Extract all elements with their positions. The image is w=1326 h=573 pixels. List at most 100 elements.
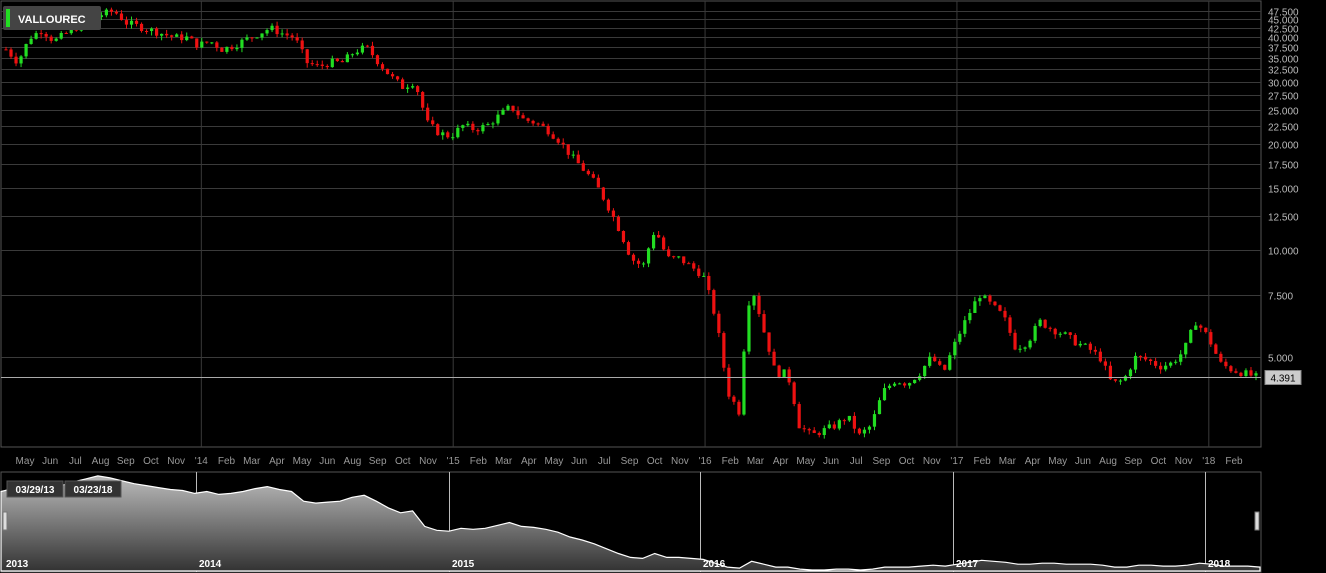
candle-body bbox=[897, 383, 902, 385]
navigator-from-date[interactable]: 03/29/13 bbox=[6, 480, 64, 498]
x-tick-label: '14 bbox=[195, 456, 208, 467]
candle-body bbox=[948, 355, 952, 370]
navigator-from-handle[interactable] bbox=[2, 511, 8, 531]
y-tick-label: 25.000 bbox=[1268, 107, 1299, 118]
candle-body bbox=[305, 49, 309, 64]
ticker-accent-bar bbox=[6, 9, 10, 27]
candle-body bbox=[857, 428, 862, 434]
candle-body bbox=[727, 367, 731, 397]
candle-body bbox=[536, 123, 540, 125]
candle-body bbox=[521, 115, 525, 119]
candle-body bbox=[1159, 365, 1163, 370]
candle-body bbox=[1018, 348, 1022, 350]
candle-body bbox=[1043, 319, 1047, 328]
candle-body bbox=[717, 313, 721, 334]
candle-body bbox=[933, 356, 937, 362]
candle-body bbox=[144, 30, 149, 32]
candle-body bbox=[1204, 327, 1208, 333]
candle-body bbox=[4, 49, 8, 51]
plot-area[interactable] bbox=[0, 0, 1262, 448]
candle-body bbox=[707, 275, 711, 291]
candle-body bbox=[672, 256, 676, 258]
candle-body bbox=[49, 36, 53, 41]
candle-body bbox=[275, 25, 279, 35]
candle-body bbox=[777, 365, 781, 377]
ticker-symbol: VALLOUREC bbox=[18, 14, 86, 26]
navigator-year-label: 2018 bbox=[1208, 559, 1231, 570]
candle-body bbox=[230, 46, 234, 50]
candle-body bbox=[406, 87, 410, 89]
candle-body bbox=[827, 424, 831, 429]
candle-body bbox=[566, 144, 570, 155]
candle-body bbox=[767, 332, 771, 352]
candle-body bbox=[626, 242, 631, 255]
candle-body bbox=[591, 174, 595, 178]
candle-body bbox=[978, 298, 982, 302]
candle-body bbox=[742, 351, 746, 415]
candle-body bbox=[180, 34, 184, 41]
candle-body bbox=[928, 356, 932, 366]
candle-body bbox=[260, 33, 264, 38]
x-tick-label: Oct bbox=[1151, 456, 1167, 467]
candle-body bbox=[416, 86, 420, 93]
candle-body bbox=[285, 33, 289, 36]
x-tick-label: Jun bbox=[1075, 456, 1091, 467]
navigator-to-handle[interactable] bbox=[1254, 511, 1260, 531]
ticker-label[interactable]: VALLOUREC bbox=[3, 6, 101, 30]
candle-body bbox=[571, 154, 575, 156]
x-tick-label: Sep bbox=[1124, 456, 1142, 467]
candle-body bbox=[139, 23, 144, 31]
candle-body bbox=[1194, 325, 1198, 330]
candle-body bbox=[1249, 370, 1253, 376]
candle-body bbox=[516, 110, 520, 116]
x-tick-label: Jun bbox=[319, 456, 335, 467]
x-tick-label: Apr bbox=[1025, 456, 1041, 467]
x-tick-label: May bbox=[16, 456, 35, 467]
navigator-to-date[interactable]: 03/23/18 bbox=[64, 480, 122, 498]
x-tick-label: Oct bbox=[899, 456, 915, 467]
candle-body bbox=[601, 187, 605, 200]
x-tick-label: Feb bbox=[218, 456, 236, 467]
candle-body bbox=[596, 177, 600, 188]
candle-body bbox=[1123, 376, 1128, 381]
candle-body bbox=[641, 263, 646, 265]
candle-body bbox=[1103, 361, 1107, 366]
navigator-from-date-text: 03/29/13 bbox=[16, 485, 55, 496]
candle-body bbox=[802, 428, 806, 430]
candle-body bbox=[1053, 328, 1057, 335]
y-tick-label: 17.500 bbox=[1268, 161, 1299, 172]
candle-body bbox=[1219, 353, 1223, 362]
candle-body bbox=[882, 388, 887, 401]
candle-body bbox=[732, 396, 736, 402]
candle-body bbox=[265, 30, 269, 34]
candle-body bbox=[134, 20, 139, 24]
candle-body bbox=[355, 52, 360, 55]
candle-body bbox=[752, 295, 756, 306]
candle-body bbox=[39, 33, 43, 35]
candle-body bbox=[958, 333, 962, 342]
candle-body bbox=[335, 58, 339, 62]
x-tick-label: '15 bbox=[447, 456, 460, 467]
x-tick-label: Mar bbox=[747, 456, 765, 467]
candle-body bbox=[250, 37, 254, 39]
candle-body bbox=[496, 114, 500, 124]
y-tick-label: 35.000 bbox=[1268, 55, 1299, 66]
candle-body bbox=[390, 74, 395, 77]
candle-body bbox=[837, 420, 841, 429]
candle-body bbox=[908, 383, 912, 386]
candle-body bbox=[556, 138, 560, 143]
x-tick-label: Sep bbox=[369, 456, 387, 467]
candle-body bbox=[395, 76, 400, 80]
candle-body bbox=[662, 237, 666, 250]
candle-body bbox=[506, 105, 510, 110]
candle-body bbox=[160, 33, 164, 36]
candle-body bbox=[1093, 349, 1097, 352]
candle-body bbox=[682, 256, 686, 264]
candle-body bbox=[953, 341, 957, 356]
candle-body bbox=[867, 426, 872, 430]
candle-body bbox=[1148, 359, 1153, 362]
candle-body bbox=[621, 231, 626, 243]
candle-body bbox=[195, 38, 199, 48]
candle-body bbox=[320, 64, 324, 66]
x-tick-label: Apr bbox=[521, 456, 537, 467]
